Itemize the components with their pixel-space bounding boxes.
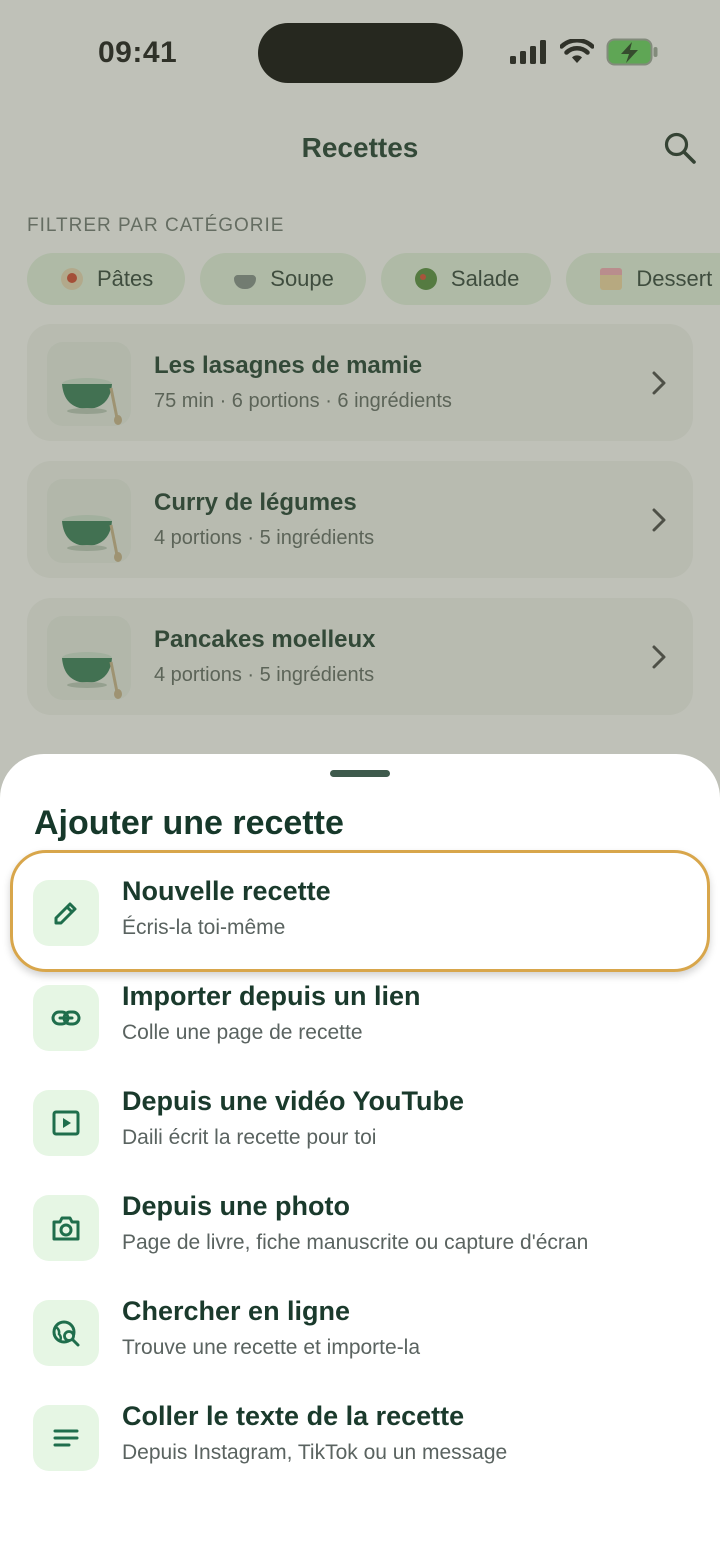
option-subtitle: Page de livre, fiche manuscrite ou captu…	[122, 1231, 589, 1254]
text-icon	[53, 1429, 79, 1447]
option-title: Nouvelle recette	[122, 876, 331, 906]
sheet-title: Ajouter une recette	[34, 804, 344, 842]
option-subtitle: Daili écrit la recette pour toi	[122, 1126, 377, 1149]
add-recipe-sheet: Ajouter une recette Nouvelle recette Écr…	[0, 754, 720, 1564]
option-paste-text[interactable]: Coller le texte de la recette Depuis Ins…	[0, 1389, 720, 1485]
camera-icon	[52, 1216, 80, 1241]
option-icon-box	[33, 1090, 99, 1156]
option-title: Coller le texte de la recette	[122, 1401, 465, 1431]
option-icon-box	[33, 1405, 99, 1471]
option-icon-box	[33, 1300, 99, 1366]
option-new-recipe[interactable]: Nouvelle recette Écris-la toi-même	[0, 864, 720, 960]
web-search-icon	[52, 1320, 80, 1347]
video-icon	[52, 1110, 80, 1136]
option-search-online[interactable]: Chercher en ligne Trouve une recette et …	[0, 1284, 720, 1380]
option-subtitle: Depuis Instagram, TikTok ou un message	[122, 1441, 508, 1464]
option-subtitle: Colle une page de recette	[122, 1021, 363, 1044]
option-icon-box	[33, 1195, 99, 1261]
pencil-icon	[54, 902, 77, 925]
option-photo[interactable]: Depuis une photo Page de livre, fiche ma…	[0, 1179, 720, 1275]
option-subtitle: Écris-la toi-même	[122, 916, 286, 939]
option-title: Depuis une photo	[122, 1191, 350, 1221]
sheet-grabber[interactable]	[330, 770, 390, 777]
option-title: Chercher en ligne	[122, 1296, 351, 1326]
option-title: Importer depuis un lien	[122, 981, 421, 1011]
option-import-link[interactable]: Importer depuis un lien Colle une page d…	[0, 969, 720, 1065]
option-icon-box	[33, 985, 99, 1051]
option-title: Depuis une vidéo YouTube	[122, 1086, 465, 1116]
option-icon-box	[33, 880, 99, 946]
option-youtube[interactable]: Depuis une vidéo YouTube Daili écrit la …	[0, 1074, 720, 1170]
link-icon	[51, 1010, 81, 1026]
option-subtitle: Trouve une recette et importe-la	[122, 1336, 421, 1359]
app-screen: 09:41 Recettes FILTRER PAR CATÉGORIE Pât…	[0, 0, 720, 1564]
